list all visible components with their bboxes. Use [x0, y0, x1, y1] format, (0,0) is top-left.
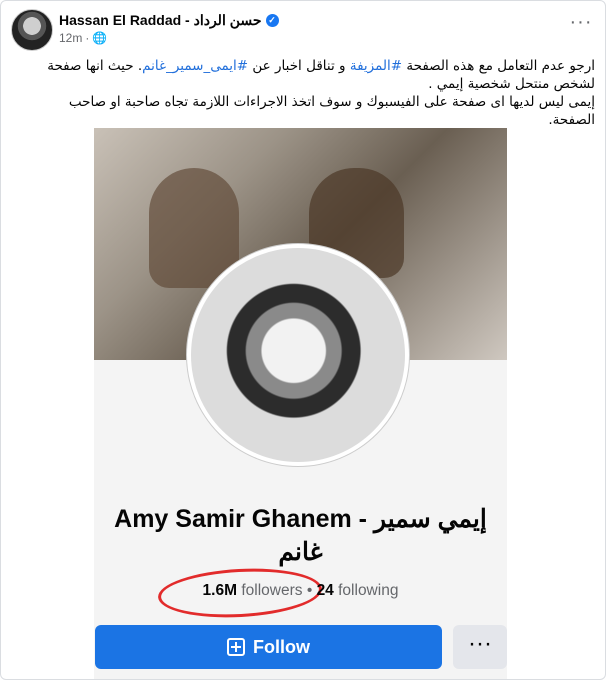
following-count: 24 [316, 582, 334, 599]
follow-button[interactable]: Follow [95, 625, 442, 669]
profile-portrait [191, 248, 405, 462]
followers-label: followers [241, 582, 303, 599]
post-time[interactable]: 12m [59, 31, 82, 45]
follow-label: Follow [253, 636, 310, 657]
followers-count: 1.6M [202, 582, 238, 599]
hashtag-link[interactable]: #ايمى_سمير_غانم [142, 58, 248, 74]
post-text-line-1: ارجو عدم التعامل مع هذه الصفحة #المزيفة … [25, 57, 595, 93]
profile-counts: 1.6M followers • 24 following [94, 582, 507, 600]
post-text-part: و تناقل اخبار عن [248, 58, 350, 74]
globe-icon: 🌐 [92, 31, 108, 45]
following-label: following [338, 582, 399, 599]
post-text-part: ارجو عدم التعامل مع هذه الصفحة [402, 58, 595, 74]
count-separator: • [306, 582, 313, 599]
shared-profile-card[interactable]: Amy Samir Ghanem - إيمي سمير غانم 1.6M f… [94, 128, 507, 679]
profile-more-button[interactable]: ··· [453, 625, 507, 669]
post-card: Hassan El Raddad - حسن الرداد ✓ 12m · 🌐 … [0, 0, 606, 680]
profile-picture[interactable] [187, 244, 409, 466]
author-row: Hassan El Raddad - حسن الرداد ✓ [59, 12, 279, 29]
post-meta: 12m · 🌐 [59, 31, 107, 45]
post-more-icon[interactable]: ··· [567, 11, 595, 39]
hashtag-link[interactable]: #المزيفة [350, 58, 402, 74]
post-text-line-2: إيمى ليس لديها اى صفحة على الفيسبوك و سو… [68, 94, 595, 128]
verified-icon: ✓ [265, 14, 279, 27]
meta-separator: · [85, 31, 90, 45]
post-header: Hassan El Raddad - حسن الرداد ✓ 12m · 🌐 … [11, 9, 597, 51]
plus-square-icon [227, 638, 245, 656]
author-avatar[interactable] [11, 9, 53, 51]
post-text: ارجو عدم التعامل مع هذه الصفحة #المزيفة … [25, 57, 595, 129]
author-name[interactable]: Hassan El Raddad - حسن الرداد [59, 12, 262, 29]
profile-name[interactable]: Amy Samir Ghanem - إيمي سمير غانم [94, 503, 507, 569]
